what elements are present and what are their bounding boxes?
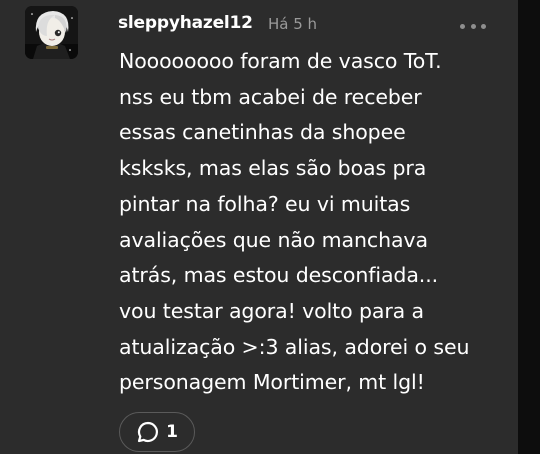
username[interactable]: sleppyhazel12: [118, 13, 253, 33]
page-edge: [518, 0, 540, 454]
reply-count: 1: [166, 422, 178, 442]
comment-line: personagem Mortimer, mt lgl!: [119, 370, 425, 395]
comment-line: nss eu tbm acabei de receber: [119, 84, 422, 109]
comment-line: atrás, mas estou desconfiada...: [119, 263, 439, 288]
comment-line: pintar na folha? eu vi muitas: [119, 191, 411, 216]
speech-bubble-icon: [137, 421, 159, 443]
more-dots-icon: [460, 23, 465, 29]
avatar-character-icon: [25, 6, 78, 59]
reply-button[interactable]: 1: [119, 412, 195, 452]
more-options-button[interactable]: [458, 16, 488, 36]
comment-card: sleppyhazel12 Há 5 h Noooooooo foram de …: [0, 0, 518, 454]
avatar[interactable]: [25, 6, 78, 59]
more-dots-icon: [470, 23, 476, 29]
comment-line: Noooooooo foram de vasco ToT.: [119, 49, 442, 73]
comment-line: atualização >:3 alias, adorei o seu: [119, 334, 470, 359]
more-dots-icon: [481, 23, 486, 29]
comment-line: essas canetinhas da shopee: [119, 120, 406, 145]
comment-line: avaliações que não manchava: [119, 227, 428, 252]
comment-text: Noooooooo foram de vasco ToT. nss eu tbm…: [119, 44, 511, 401]
comment-line: vou testar agora! volto para a: [119, 298, 425, 323]
comment-line: ksksks, mas elas são boas pra: [119, 156, 427, 181]
timestamp: Há 5 h: [268, 15, 318, 33]
